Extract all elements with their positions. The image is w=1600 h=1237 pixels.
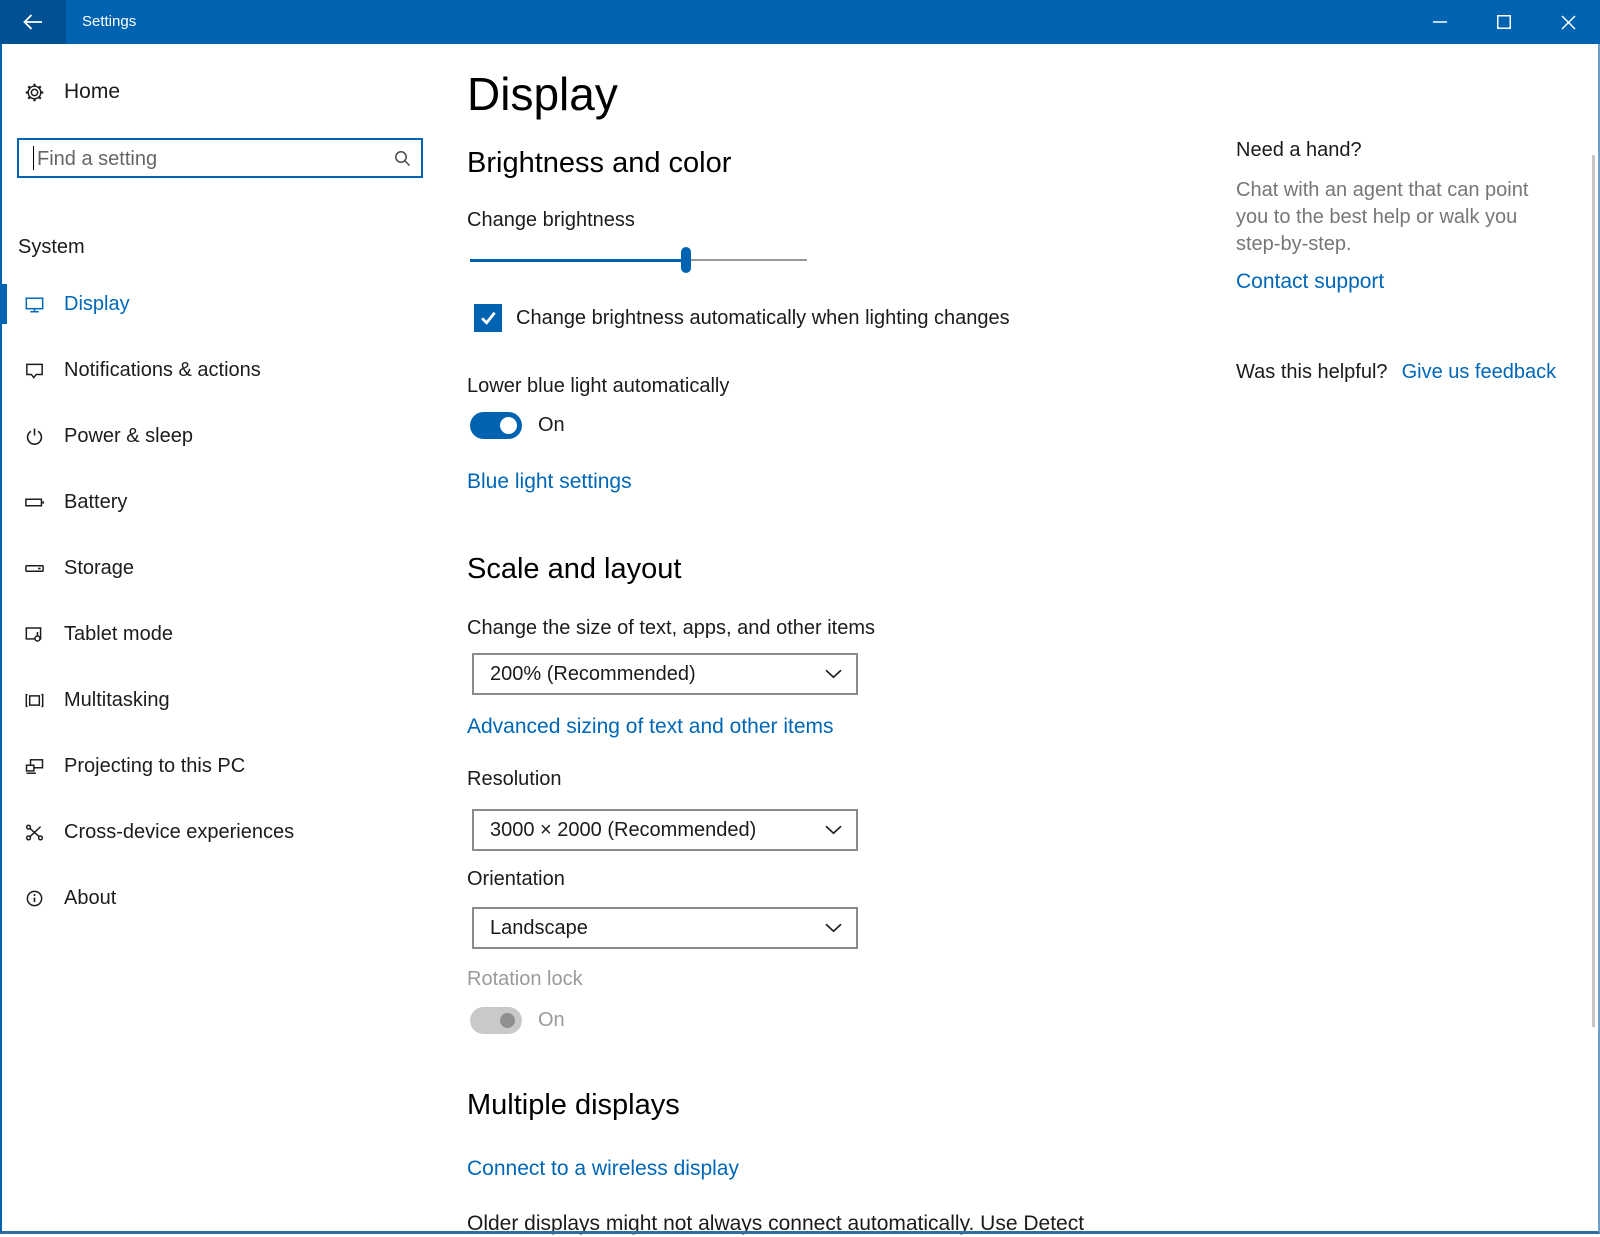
sidebar-item-storage[interactable]: Storage — [0, 548, 440, 588]
tablet-touch-icon — [24, 624, 45, 645]
window-title: Settings — [82, 0, 136, 44]
orientation-value: Landscape — [490, 917, 588, 940]
blue-light-toggle[interactable] — [470, 412, 522, 439]
advanced-sizing-link[interactable]: Advanced sizing of text and other items — [467, 713, 834, 740]
search-box[interactable] — [17, 138, 423, 178]
sidebar-section-system: System — [18, 236, 85, 259]
size-label: Change the size of text, apps, and other… — [467, 615, 875, 641]
sidebar-item-projecting[interactable]: Projecting to this PC — [0, 746, 440, 786]
sidebar-item-home[interactable]: Home — [24, 80, 120, 104]
blue-light-state: On — [538, 414, 565, 437]
sidebar-item-cross-device[interactable]: Cross-device experiences — [0, 812, 440, 852]
sidebar-item-notifications[interactable]: Notifications & actions — [0, 350, 440, 390]
auto-brightness-checkbox[interactable] — [474, 304, 502, 332]
sidebar-item-power-sleep[interactable]: Power & sleep — [0, 416, 440, 456]
maximize-icon — [1497, 15, 1511, 29]
help-body: Chat with an agent that can point you to… — [1236, 177, 1542, 258]
blue-light-toggle-row: On — [470, 412, 565, 439]
maximize-button[interactable] — [1472, 0, 1536, 44]
gear-icon — [24, 82, 45, 103]
feedback-row: Was this helpful? Give us feedback — [1236, 361, 1556, 384]
scaling-dropdown[interactable]: 200% (Recommended) — [472, 653, 858, 695]
info-icon — [24, 888, 45, 909]
back-arrow-icon — [20, 12, 46, 32]
orientation-label: Orientation — [467, 866, 565, 892]
battery-icon — [24, 492, 45, 513]
back-button[interactable] — [0, 0, 66, 44]
close-button[interactable] — [1536, 0, 1600, 44]
sidebar-item-label: About — [64, 887, 116, 910]
drive-icon — [24, 558, 45, 579]
search-icon[interactable] — [394, 150, 411, 167]
home-label: Home — [64, 80, 120, 104]
rotation-lock-state: On — [538, 1009, 565, 1032]
section-title-brightness: Brightness and color — [467, 148, 731, 180]
sidebar-item-label: Storage — [64, 557, 134, 580]
contact-support-link[interactable]: Contact support — [1236, 268, 1384, 295]
window-controls — [1408, 0, 1600, 44]
scaling-value: 200% (Recommended) — [490, 663, 696, 686]
blue-light-label: Lower blue light automatically — [467, 373, 729, 399]
sidebar-item-label: Notifications & actions — [64, 359, 261, 382]
sidebar-item-label: Cross-device experiences — [64, 821, 294, 844]
monitor-icon — [24, 294, 45, 315]
titlebar: Settings — [0, 0, 1600, 44]
text-caret — [33, 146, 34, 170]
sidebar-item-multitasking[interactable]: Multitasking — [0, 680, 440, 720]
sidebar-item-label: Projecting to this PC — [64, 755, 245, 778]
rotation-lock-toggle — [470, 1007, 522, 1034]
chevron-down-icon — [825, 923, 842, 933]
page-title: Display — [467, 68, 618, 121]
sidebar-item-label: Tablet mode — [64, 623, 173, 646]
rotation-lock-label: Rotation lock — [467, 966, 583, 992]
rotation-lock-toggle-row: On — [470, 1007, 565, 1034]
help-title: Need a hand? — [1236, 139, 1362, 162]
blue-light-settings-link[interactable]: Blue light settings — [467, 468, 632, 495]
sidebar-item-display[interactable]: Display — [0, 284, 440, 324]
brightness-slider-thumb[interactable] — [681, 247, 691, 273]
toggle-knob — [500, 1013, 515, 1028]
close-icon — [1561, 15, 1576, 30]
section-title-scale: Scale and layout — [467, 554, 681, 586]
wireless-display-link[interactable]: Connect to a wireless display — [467, 1155, 739, 1182]
brightness-slider[interactable] — [470, 247, 807, 273]
vertical-scrollbar[interactable] — [1592, 155, 1595, 1027]
chevron-down-icon — [825, 825, 842, 835]
sidebar-item-label: Display — [64, 293, 130, 316]
brightness-slider-fill — [470, 259, 686, 262]
give-feedback-link[interactable]: Give us feedback — [1402, 361, 1557, 384]
checkmark-icon — [480, 310, 497, 326]
speech-bubble-icon — [24, 360, 45, 381]
toggle-knob — [500, 417, 517, 434]
resolution-value: 3000 × 2000 (Recommended) — [490, 819, 756, 842]
connected-nodes-icon — [24, 822, 45, 843]
sidebar-item-label: Battery — [64, 491, 127, 514]
auto-brightness-checkbox-row[interactable]: Change brightness automatically when lig… — [474, 304, 1010, 332]
search-input[interactable] — [35, 143, 389, 175]
sidebar-nav: Display Notifications & actions Power & … — [0, 284, 440, 944]
detect-note: Older displays might not always connect … — [467, 1210, 1147, 1237]
sidebar-item-about[interactable]: About — [0, 878, 440, 918]
helpful-question: Was this helpful? — [1236, 361, 1388, 384]
resolution-label: Resolution — [467, 766, 562, 792]
minimize-button[interactable] — [1408, 0, 1472, 44]
sidebar-item-tablet-mode[interactable]: Tablet mode — [0, 614, 440, 654]
resolution-dropdown[interactable]: 3000 × 2000 (Recommended) — [472, 809, 858, 851]
project-screens-icon — [24, 756, 45, 777]
sidebar-item-label: Power & sleep — [64, 425, 193, 448]
window-brackets-icon — [24, 690, 45, 711]
sidebar-item-battery[interactable]: Battery — [0, 482, 440, 522]
change-brightness-label: Change brightness — [467, 207, 635, 233]
power-icon — [24, 426, 45, 447]
section-title-multiple-displays: Multiple displays — [467, 1090, 680, 1122]
minimize-icon — [1433, 21, 1447, 23]
orientation-dropdown[interactable]: Landscape — [472, 907, 858, 949]
auto-brightness-label: Change brightness automatically when lig… — [516, 307, 1010, 330]
sidebar-item-label: Multitasking — [64, 689, 170, 712]
chevron-down-icon — [825, 669, 842, 679]
